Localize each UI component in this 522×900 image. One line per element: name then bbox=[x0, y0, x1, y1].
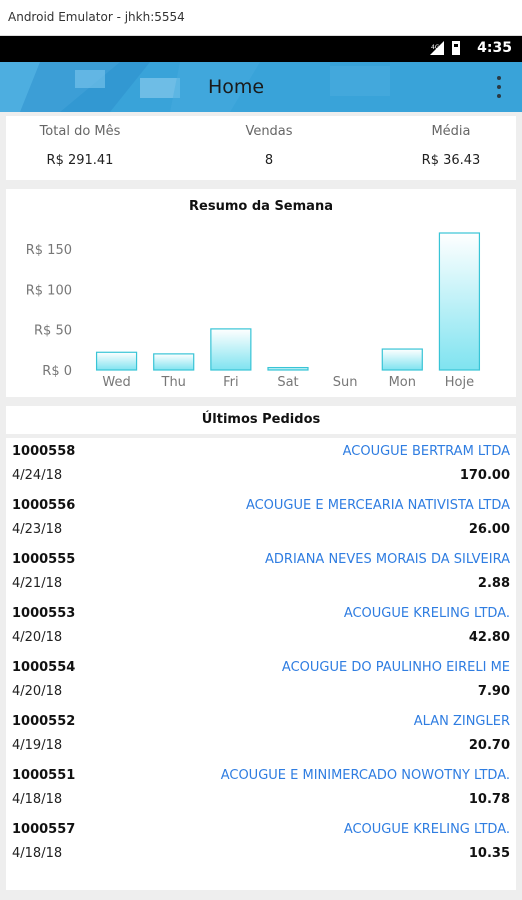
order-row[interactable]: 1000553 4/20/18 ACOUGUE KRELING LTDA. 42.80 bbox=[6, 600, 516, 654]
order-date: 4/19/18 bbox=[12, 738, 63, 753]
order-amount: 7.90 bbox=[477, 684, 510, 699]
order-number: 1000555 bbox=[12, 552, 76, 567]
order-customer-link[interactable]: ACOUGUE KRELING LTDA. bbox=[344, 606, 510, 621]
order-customer-link[interactable]: ACOUGUE E MINIMERCADO NOWOTNY LTDA. bbox=[221, 768, 510, 783]
order-date: 4/20/18 bbox=[12, 684, 63, 699]
summary-average-value: R$ 36.43 bbox=[421, 153, 481, 168]
order-number: 1000556 bbox=[12, 498, 76, 513]
order-number: 1000551 bbox=[12, 768, 76, 783]
android-status-bar: 4G 4:35 bbox=[0, 36, 522, 62]
app-title: Home bbox=[208, 76, 265, 98]
summary-sales-value: 8 bbox=[264, 153, 274, 168]
signal-icon: 4G bbox=[430, 41, 444, 55]
order-customer-link[interactable]: ACOUGUE BERTRAM LTDA bbox=[343, 444, 510, 459]
summary-total: Total do Mês R$ 291.41 bbox=[20, 124, 140, 168]
order-row[interactable]: 1000551 4/18/18 ACOUGUE E MINIMERCADO NOWO… bbox=[6, 762, 516, 816]
x-tick-label: Mon bbox=[389, 375, 416, 390]
order-date: 4/20/18 bbox=[12, 630, 63, 645]
order-row[interactable]: 1000556 4/23/18 ACOUGUE E MERCEARIA NATIVI… bbox=[6, 492, 516, 546]
y-tick-label: R$ 0 bbox=[42, 364, 72, 379]
order-customer-link[interactable]: ADRIANA NEVES MORAIS DA SILVEIRA bbox=[265, 552, 510, 567]
order-customer-link[interactable]: ACOUGUE E MERCEARIA NATIVISTA LTDA bbox=[246, 498, 510, 513]
order-date: 4/24/18 bbox=[12, 468, 63, 483]
order-amount: 20.70 bbox=[468, 738, 510, 753]
weekly-summary-chart-card: Resumo da Semana R$ 0 R$ 50 R$ 100 R$ 150 We… bbox=[6, 189, 516, 397]
recent-orders-header: Últimos Pedidos bbox=[6, 406, 516, 434]
order-date: 4/21/18 bbox=[12, 576, 63, 591]
order-row[interactable]: 1000558 4/24/18 ACOUGUE BERTRAM LTDA 170.00 bbox=[6, 438, 516, 492]
order-date: 4/18/18 bbox=[12, 792, 63, 807]
order-number: 1000557 bbox=[12, 822, 76, 837]
status-time: 4:35 bbox=[477, 40, 512, 56]
order-row[interactable]: 1000555 4/21/18 ADRIANA NEVES MORAIS DA SI… bbox=[6, 546, 516, 600]
x-tick-label: Wed bbox=[102, 375, 130, 390]
bar-sat bbox=[267, 366, 309, 371]
order-amount: 2.88 bbox=[477, 576, 510, 591]
recent-orders-list[interactable]: 1000558 4/24/18 ACOUGUE BERTRAM LTDA 170.00… bbox=[6, 438, 516, 890]
more-vertical-icon[interactable] bbox=[496, 76, 502, 98]
x-tick-label: Sun bbox=[333, 375, 358, 390]
order-customer-link[interactable]: ACOUGUE DO PAULINHO EIRELI ME bbox=[282, 660, 510, 675]
bar-fri bbox=[210, 328, 252, 371]
order-amount: 10.78 bbox=[468, 792, 510, 807]
x-tick-label: Hoje bbox=[445, 375, 474, 390]
summary-average: Média R$ 36.43 bbox=[386, 124, 516, 168]
order-amount: 42.80 bbox=[468, 630, 510, 645]
order-amount: 26.00 bbox=[468, 522, 510, 537]
summary-total-value: R$ 291.41 bbox=[46, 153, 114, 168]
y-tick-label: R$ 100 bbox=[26, 283, 72, 298]
x-tick-label: Fri bbox=[223, 375, 239, 390]
app-bar: Home bbox=[0, 62, 522, 112]
order-row[interactable]: 1000554 4/20/18 ACOUGUE DO PAULINHO EIRELI… bbox=[6, 654, 516, 708]
order-number: 1000553 bbox=[12, 606, 76, 621]
battery-icon bbox=[452, 41, 460, 55]
summary-total-label: Total do Mês bbox=[39, 124, 121, 139]
summary-average-label: Média bbox=[431, 124, 471, 139]
bar-mon bbox=[381, 348, 423, 371]
x-tick-label: Thu bbox=[161, 375, 186, 390]
x-tick-label: Sat bbox=[277, 375, 298, 390]
y-tick-label: R$ 50 bbox=[34, 324, 72, 339]
bar-hoje bbox=[438, 232, 481, 371]
order-amount: 170.00 bbox=[459, 468, 510, 483]
order-number: 1000554 bbox=[12, 660, 76, 675]
order-customer-link[interactable]: ACOUGUE KRELING LTDA. bbox=[344, 822, 510, 837]
order-row[interactable]: 1000552 4/19/18 ALAN ZINGLER 20.70 bbox=[6, 708, 516, 762]
order-date: 4/23/18 bbox=[12, 522, 63, 537]
order-amount: 10.35 bbox=[468, 846, 510, 861]
bar-thu bbox=[153, 353, 195, 371]
svg-text:4G: 4G bbox=[431, 44, 440, 51]
emulator-window-title: Android Emulator - jhkh:5554 bbox=[8, 10, 185, 24]
order-number: 1000552 bbox=[12, 714, 76, 729]
summary-sales: Vendas 8 bbox=[209, 124, 329, 168]
monthly-summary-card: Total do Mês R$ 291.41 Vendas 8 Média R$… bbox=[6, 116, 516, 180]
emulator-window-titlebar: Android Emulator - jhkh:5554 bbox=[0, 0, 522, 36]
weekly-bar-chart: R$ 0 R$ 50 R$ 100 R$ 150 Wed Thu Fri Sat Sun Mon H… bbox=[26, 232, 481, 390]
order-customer-link[interactable]: ALAN ZINGLER bbox=[414, 714, 510, 729]
summary-sales-label: Vendas bbox=[245, 124, 293, 139]
y-tick-label: R$ 150 bbox=[26, 243, 72, 258]
bar-wed bbox=[95, 351, 138, 371]
order-date: 4/18/18 bbox=[12, 846, 63, 861]
order-row[interactable]: 1000557 4/18/18 ACOUGUE KRELING LTDA. 10.35 bbox=[6, 816, 516, 870]
order-number: 1000558 bbox=[12, 444, 76, 459]
